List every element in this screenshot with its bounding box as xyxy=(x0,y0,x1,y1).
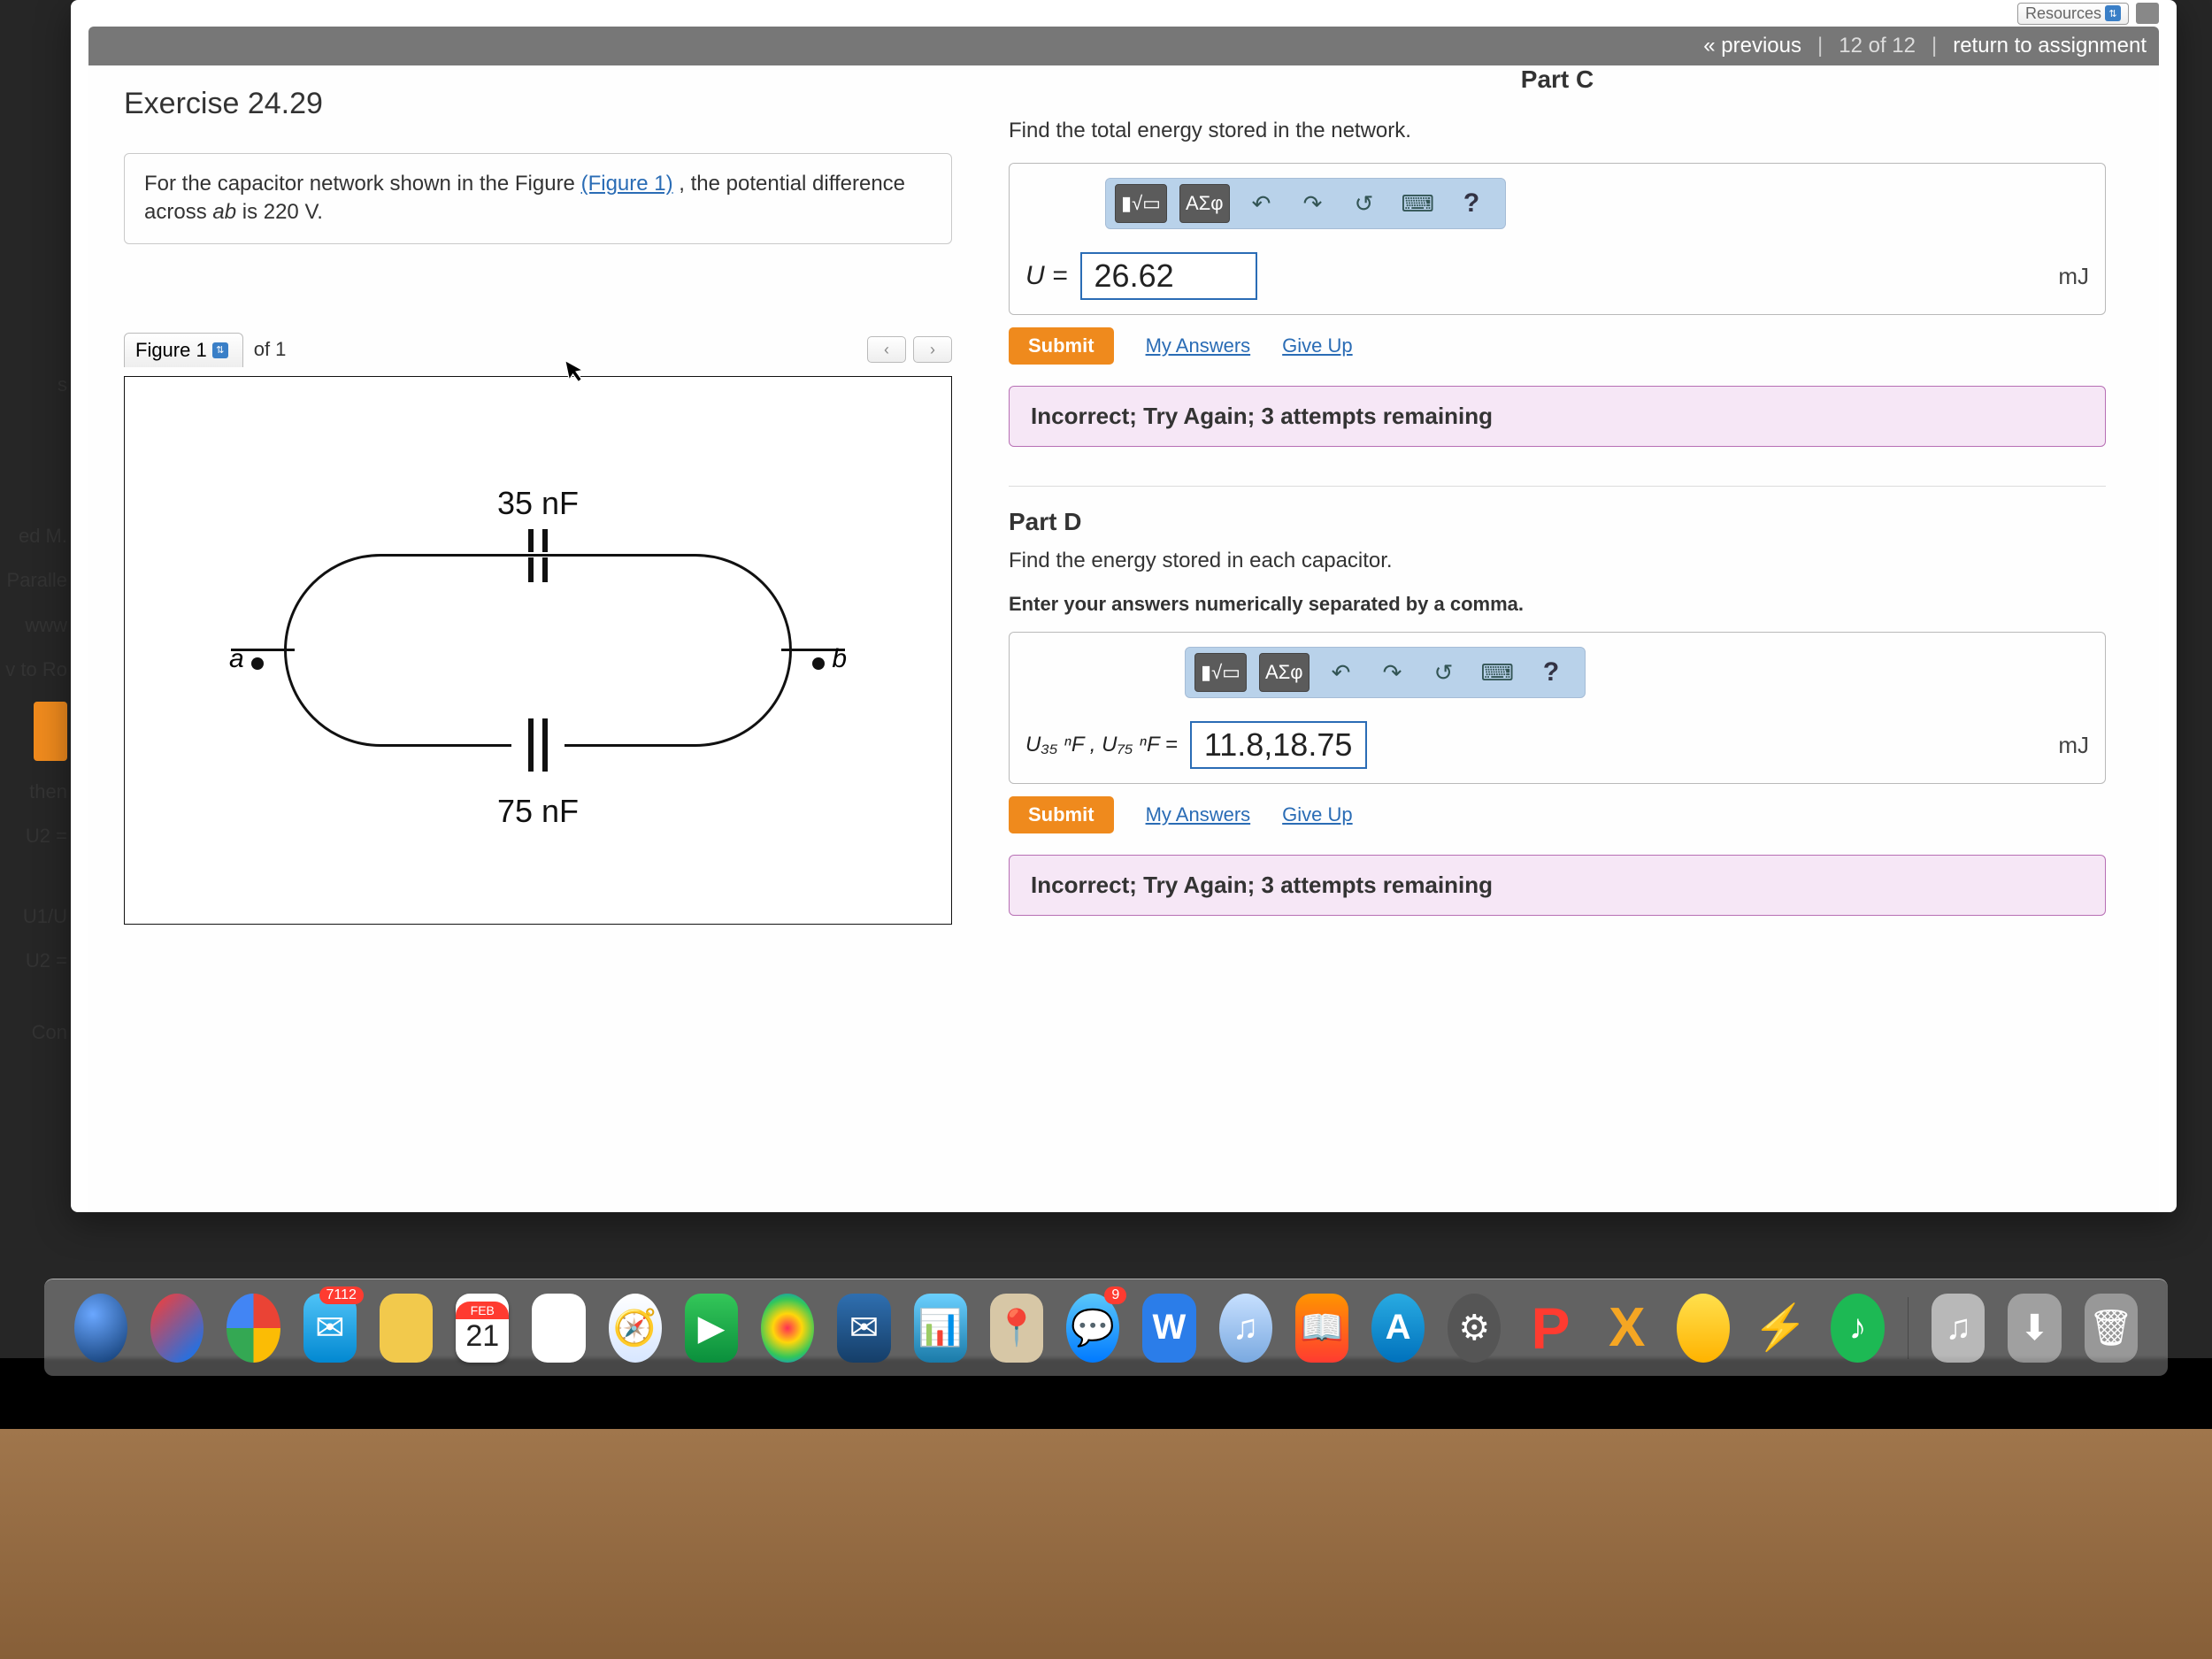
offscreen-notes: s ed M. Paralle www v to Ro then U2 = U1… xyxy=(0,363,71,1056)
part-d-feedback: Incorrect; Try Again; 3 attempts remaini… xyxy=(1009,855,2106,916)
part-d-give-up-link[interactable]: Give Up xyxy=(1282,803,1352,826)
help-icon[interactable]: ? xyxy=(1452,184,1491,223)
calendar-icon[interactable]: FEB 21 xyxy=(456,1294,509,1363)
dock-divider xyxy=(1908,1297,1909,1359)
maps-icon[interactable]: 📍 xyxy=(990,1294,1043,1363)
part-c-header: Part C xyxy=(1009,65,2106,94)
reset-icon[interactable]: ↺ xyxy=(1425,653,1463,692)
resources-dropdown[interactable]: Resources ⇅ xyxy=(2017,3,2129,25)
safari-icon[interactable] xyxy=(150,1294,204,1363)
figure-count: of 1 xyxy=(254,338,287,361)
terminal-b: b xyxy=(812,644,854,674)
exercise-title: Exercise 24.29 xyxy=(124,87,952,121)
circle-app-icon[interactable] xyxy=(1677,1294,1730,1363)
template-button[interactable]: ▮√▭ xyxy=(1194,653,1247,692)
mail-badge: 7112 xyxy=(319,1286,364,1304)
reset-icon[interactable]: ↺ xyxy=(1345,184,1384,223)
app-window: Resources ⇅ « previous | 12 of 12 | retu… xyxy=(71,0,2177,1212)
figure-next-button[interactable]: › xyxy=(913,336,952,363)
greek-button[interactable]: ΑΣφ xyxy=(1259,653,1310,692)
undo-icon[interactable]: ↶ xyxy=(1242,184,1281,223)
equation-lhs: U = xyxy=(1025,261,1068,291)
messages-badge: 9 xyxy=(1104,1286,1126,1304)
macos-dock: ✉7112 FEB 21 🧭 ▶ ✉ 📊 📍 💬9 W ♫ 📖 A ⚙ P X … xyxy=(44,1279,2168,1376)
dropdown-arrows-icon: ⇅ xyxy=(212,342,228,358)
bluetooth-icon[interactable]: ⚡ xyxy=(1753,1294,1808,1363)
part-c-feedback: Incorrect; Try Again; 3 attempts remaini… xyxy=(1009,386,2106,447)
print-icon[interactable] xyxy=(2136,3,2159,24)
figure-link[interactable]: (Figure 1) xyxy=(581,172,673,196)
return-link[interactable]: return to assignment xyxy=(1953,34,2147,58)
appstore2-icon[interactable]: A xyxy=(1371,1294,1425,1363)
keyboard-icon[interactable]: ⌨ xyxy=(1396,184,1440,223)
terminal-a: a xyxy=(222,644,264,674)
greek-button[interactable]: ΑΣφ xyxy=(1179,184,1230,223)
figure-tab[interactable]: Figure 1 ⇅ xyxy=(124,333,243,367)
equation-toolbar: ▮√▭ ΑΣφ ↶ ↷ ↺ ⌨ ? xyxy=(1105,178,1506,229)
capacitor-bottom-icon xyxy=(528,718,548,772)
part-d-note: Enter your answers numerically separated… xyxy=(1009,593,2106,616)
template-button[interactable]: ▮√▭ xyxy=(1115,184,1167,223)
part-c-answer-box: ▮√▭ ΑΣφ ↶ ↷ ↺ ⌨ ? U = 26.62 mJ xyxy=(1009,163,2106,315)
photos-icon[interactable] xyxy=(761,1294,814,1363)
help-icon[interactable]: ? xyxy=(1532,653,1571,692)
figure-bar: Figure 1 ⇅ of 1 ‹ › xyxy=(124,333,952,367)
keyboard-icon[interactable]: ⌨ xyxy=(1476,653,1520,692)
mail2-icon[interactable]: ✉ xyxy=(837,1294,890,1363)
part-c-give-up-link[interactable]: Give Up xyxy=(1282,334,1352,357)
dropdown-arrows-icon: ⇅ xyxy=(2105,5,2121,21)
word-icon[interactable]: W xyxy=(1142,1294,1195,1363)
window-toolbar: Resources ⇅ xyxy=(2017,0,2159,27)
messages-icon[interactable]: 💬9 xyxy=(1066,1294,1119,1363)
part-d-header: Part D xyxy=(1009,508,2106,536)
contacts-icon[interactable] xyxy=(380,1294,433,1363)
stats-icon[interactable]: 📊 xyxy=(914,1294,967,1363)
app-store-icon[interactable]: 🧭 xyxy=(609,1294,662,1363)
ibooks-icon[interactable]: 📖 xyxy=(1295,1294,1348,1363)
trash-icon[interactable]: 🗑 xyxy=(2085,1294,2138,1363)
part-d-question: Find the energy stored in each capacitor… xyxy=(1009,549,2106,573)
chrome-icon[interactable] xyxy=(227,1294,280,1363)
downloads-icon[interactable]: ⬇ xyxy=(2008,1294,2061,1363)
redo-icon[interactable]: ↷ xyxy=(1373,653,1412,692)
notes-icon[interactable] xyxy=(532,1294,585,1363)
equation-toolbar: ▮√▭ ΑΣφ ↶ ↷ ↺ ⌨ ? xyxy=(1185,647,1586,698)
x-app-icon[interactable]: X xyxy=(1601,1294,1654,1363)
position-label: 12 of 12 xyxy=(1839,34,1916,58)
part-d-value-input[interactable]: 11.8,18.75 xyxy=(1190,721,1367,769)
figure-prev-button[interactable]: ‹ xyxy=(867,336,906,363)
finder-icon[interactable] xyxy=(74,1294,127,1363)
part-d-my-answers-link[interactable]: My Answers xyxy=(1146,803,1251,826)
part-d-submit-button[interactable]: Submit xyxy=(1009,796,1114,833)
part-c-question: Find the total energy stored in the netw… xyxy=(1009,119,2106,143)
problem-prompt: For the capacitor network shown in the F… xyxy=(124,153,952,244)
part-d-unit: mJ xyxy=(2058,732,2089,759)
assignment-nav: « previous | 12 of 12 | return to assign… xyxy=(88,27,2159,65)
equation-lhs: U₃₅ ⁿF , U₇₅ ⁿF = xyxy=(1025,733,1178,757)
redo-icon[interactable]: ↷ xyxy=(1294,184,1333,223)
mail-icon[interactable]: ✉7112 xyxy=(303,1294,357,1363)
prev-link[interactable]: « previous xyxy=(1703,34,1801,58)
part-c-unit: mJ xyxy=(2058,263,2089,290)
capacitor-bottom-label: 75 nF xyxy=(497,793,579,830)
settings-icon[interactable]: ⚙ xyxy=(1448,1294,1501,1363)
sidebar-chip xyxy=(34,702,67,761)
part-d-answer-box: ▮√▭ ΑΣφ ↶ ↷ ↺ ⌨ ? U₃₅ ⁿF , U₇₅ ⁿF = 11.8… xyxy=(1009,632,2106,784)
parallels-icon[interactable]: P xyxy=(1524,1294,1577,1363)
part-c-value-input[interactable]: 26.62 xyxy=(1080,252,1257,300)
itunes-icon[interactable]: ♫ xyxy=(1219,1294,1272,1363)
circuit-figure: 35 nF 75 nF a b xyxy=(124,376,952,925)
part-c-submit-button[interactable]: Submit xyxy=(1009,327,1114,365)
desk-surface xyxy=(0,1429,2212,1659)
capacitor-top-label: 35 nF xyxy=(497,485,579,522)
undo-icon[interactable]: ↶ xyxy=(1322,653,1361,692)
spotify-icon[interactable]: ♪ xyxy=(1831,1294,1884,1363)
doc-stack-icon[interactable]: ♫ xyxy=(1932,1294,1985,1363)
part-c-my-answers-link[interactable]: My Answers xyxy=(1146,334,1251,357)
facetime-icon[interactable]: ▶ xyxy=(685,1294,738,1363)
